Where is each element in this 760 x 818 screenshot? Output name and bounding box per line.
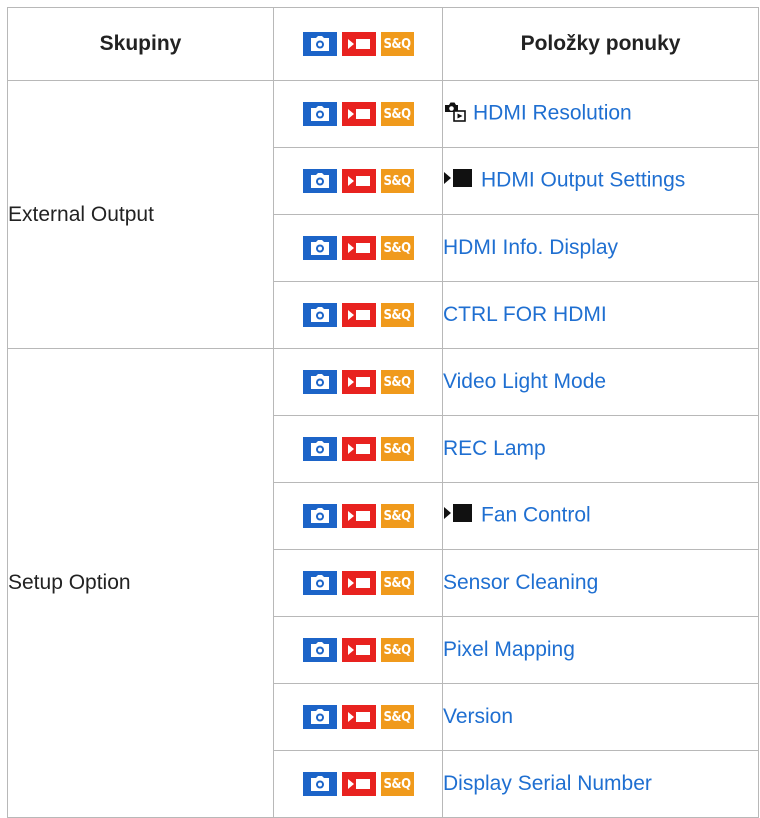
- mode-icons: S&Q: [302, 303, 414, 328]
- menu-item-cell: Fan Control: [442, 482, 759, 550]
- header-groups: Skupiny: [7, 7, 274, 81]
- movie-mode-icon: [341, 370, 376, 395]
- menu-item-link[interactable]: HDMI Info. Display: [443, 236, 618, 259]
- menu-item-cell: Version: [442, 683, 759, 751]
- sq-mode-icon: S&Q: [380, 504, 414, 529]
- menu-item-link[interactable]: HDMI Resolution: [473, 102, 632, 125]
- movie-mode-icon: [341, 303, 376, 328]
- photo-mode-icon: [302, 303, 337, 328]
- menu-item-cell: Pixel Mapping: [442, 616, 759, 684]
- menu-item-cell: HDMI Info. Display: [442, 214, 759, 282]
- menu-item-cell: Display Serial Number: [442, 750, 759, 818]
- menu-item-cell: CTRL FOR HDMI: [442, 281, 759, 349]
- menu-item-cell: Video Light Mode: [442, 348, 759, 416]
- menu-item-link[interactable]: Pixel Mapping: [443, 638, 575, 661]
- menu-item-cell: REC Lamp: [442, 415, 759, 483]
- photo-mode-icon: [302, 437, 337, 462]
- menu-table: Skupiny S&Q Položky ponuky External Outp…: [7, 7, 759, 818]
- mode-cell: S&Q: [273, 214, 443, 282]
- sq-mode-icon: S&Q: [380, 571, 414, 596]
- photo-mode-icon: [302, 772, 337, 797]
- mode-icons: S&Q: [302, 772, 414, 797]
- mode-cell: S&Q: [273, 147, 443, 215]
- menu-item-link[interactable]: CTRL FOR HDMI: [443, 303, 607, 326]
- menu-item-link[interactable]: REC Lamp: [443, 437, 546, 460]
- mode-cell: S&Q: [273, 348, 443, 416]
- menu-item-cell: Sensor Cleaning: [442, 549, 759, 617]
- group-name: Setup Option: [7, 348, 274, 818]
- movie-mode-icon: [341, 638, 376, 663]
- photo-playback-icon: [443, 99, 467, 129]
- photo-mode-icon: [302, 705, 337, 730]
- menu-item-link[interactable]: HDMI Output Settings: [481, 169, 685, 192]
- menu-item-link[interactable]: Fan Control: [481, 504, 591, 527]
- sq-mode-icon: S&Q: [380, 169, 414, 194]
- mode-icons: S&Q: [302, 370, 414, 395]
- movie-mode-icon: [341, 32, 376, 57]
- table-row: External Output S&Q HDMI Resolution: [7, 80, 759, 349]
- header-modes: S&Q: [273, 7, 443, 81]
- movie-mode-icon: [341, 102, 376, 127]
- mode-cell: S&Q: [273, 415, 443, 483]
- photo-mode-icon: [302, 32, 337, 57]
- sq-mode-icon: S&Q: [380, 638, 414, 663]
- mode-icons: S&Q: [302, 638, 414, 663]
- menu-item-link[interactable]: Sensor Cleaning: [443, 571, 598, 594]
- mode-icons: S&Q: [302, 705, 414, 730]
- photo-mode-icon: [302, 370, 337, 395]
- menu-item-cell: HDMI Output Settings: [442, 147, 759, 215]
- mode-icons: S&Q: [302, 102, 414, 127]
- photo-mode-icon: [302, 571, 337, 596]
- sq-mode-icon: S&Q: [380, 705, 414, 730]
- movie-mode-icon: [341, 571, 376, 596]
- sq-mode-icon: S&Q: [380, 370, 414, 395]
- sq-mode-icon: S&Q: [380, 102, 414, 127]
- movie-mode-icon: [341, 504, 376, 529]
- mode-icons: S&Q: [302, 437, 414, 462]
- photo-mode-icon: [302, 504, 337, 529]
- mode-cell: S&Q: [273, 80, 443, 148]
- sq-mode-icon: S&Q: [380, 32, 414, 57]
- mode-cell: S&Q: [273, 482, 443, 550]
- sq-mode-icon: S&Q: [380, 303, 414, 328]
- movie-mode-icon: [341, 772, 376, 797]
- movie-mode-icon: [443, 502, 475, 530]
- mode-cell: S&Q: [273, 750, 443, 818]
- mode-cell: S&Q: [273, 683, 443, 751]
- mode-icons: S&Q: [302, 504, 414, 529]
- photo-mode-icon: [302, 102, 337, 127]
- mode-icons: S&Q: [302, 169, 414, 194]
- sq-mode-icon: S&Q: [380, 437, 414, 462]
- header-row: Skupiny S&Q Položky ponuky: [7, 7, 759, 81]
- movie-mode-icon: [341, 437, 376, 462]
- mode-icons: S&Q: [302, 571, 414, 596]
- table-row: Setup Option S&Q Video Light Mode: [7, 348, 759, 818]
- menu-item-link[interactable]: Version: [443, 705, 513, 728]
- mode-icons: S&Q: [302, 236, 414, 261]
- mode-icons: S&Q: [302, 32, 414, 57]
- photo-mode-icon: [302, 236, 337, 261]
- sq-mode-icon: S&Q: [380, 772, 414, 797]
- movie-mode-icon: [341, 169, 376, 194]
- photo-mode-icon: [302, 638, 337, 663]
- mode-cell: S&Q: [273, 549, 443, 617]
- header-items: Položky ponuky: [442, 7, 759, 81]
- movie-mode-icon: [443, 167, 475, 195]
- sq-mode-icon: S&Q: [380, 236, 414, 261]
- menu-item-link[interactable]: Display Serial Number: [443, 772, 652, 795]
- mode-cell: S&Q: [273, 616, 443, 684]
- menu-item-link[interactable]: Video Light Mode: [443, 370, 606, 393]
- group-name: External Output: [7, 80, 274, 349]
- menu-item-cell: HDMI Resolution: [442, 80, 759, 148]
- mode-cell: S&Q: [273, 281, 443, 349]
- movie-mode-icon: [341, 236, 376, 261]
- movie-mode-icon: [341, 705, 376, 730]
- photo-mode-icon: [302, 169, 337, 194]
